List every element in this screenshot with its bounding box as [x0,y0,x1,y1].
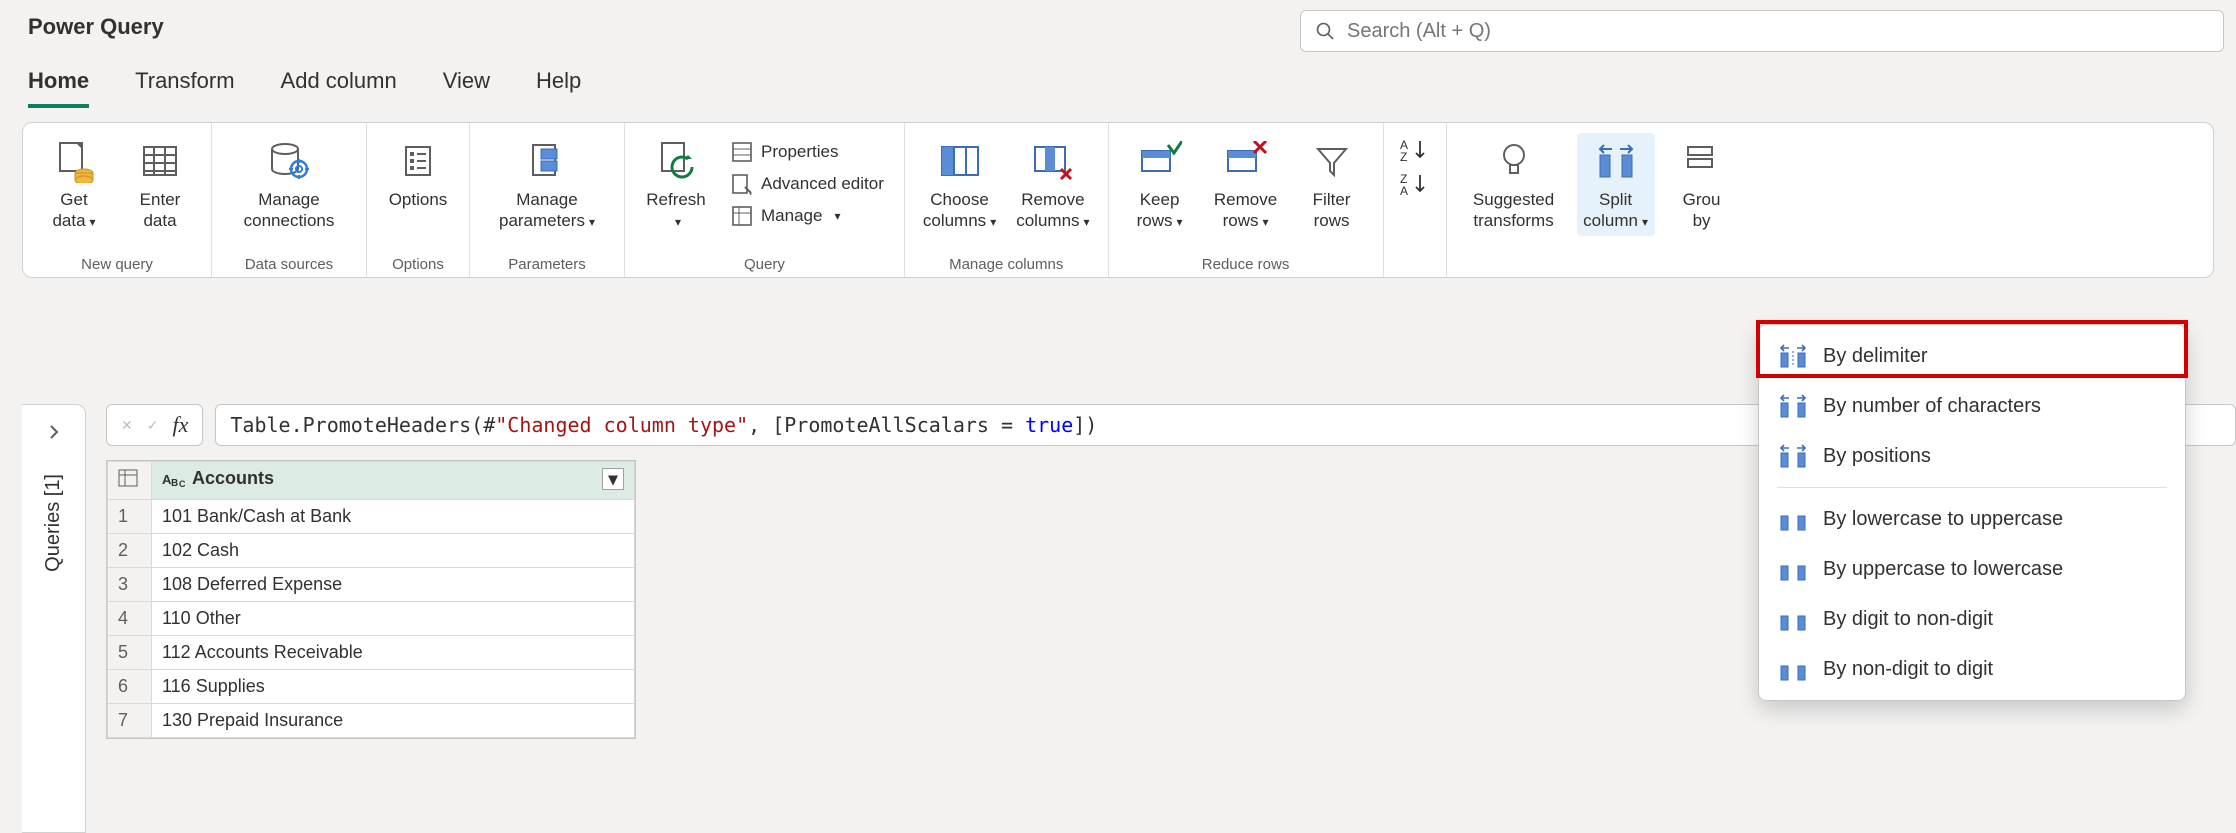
split-icon [1779,556,1807,582]
table-row[interactable]: 3108 Deferred Expense [108,567,635,601]
table-row[interactable]: 1101 Bank/Cash at Bank [108,499,635,533]
column-filter-button[interactable]: ▾ [602,468,624,490]
table-row[interactable]: 6116 Supplies [108,669,635,703]
tab-add-column[interactable]: Add column [281,68,397,108]
svg-text:C: C [179,479,186,488]
queries-label: Queries [1] [42,474,65,572]
split-column-icon [1594,137,1638,185]
sort-asc-button[interactable]: AZ [1396,133,1434,165]
group-label-data-sources: Data sources [224,254,354,273]
group-label-query: Query [637,254,892,273]
get-data-button[interactable]: Get data▾ [35,133,113,236]
enter-data-icon [140,137,180,185]
main-tabs: Home Transform Add column View Help [0,50,2236,108]
keep-rows-button[interactable]: Keep rows▾ [1121,133,1199,236]
table-corner-icon[interactable] [108,462,152,500]
remove-rows-icon [1224,137,1268,185]
svg-text:Z: Z [1400,150,1407,161]
manage-icon [731,205,753,227]
options-icon [400,137,436,185]
database-gear-icon [267,137,311,185]
filter-rows-button[interactable]: Filter rows [1293,133,1371,236]
advanced-editor-icon [731,173,753,195]
group-label-parameters: Parameters [482,254,612,273]
refresh-button[interactable]: Refresh▾ [637,133,715,236]
menu-lower-upper[interactable]: By lowercase to uppercase [1759,494,2185,544]
sort-asc-icon: AZ [1400,137,1430,161]
suggested-transforms-button[interactable]: Suggested transforms [1459,133,1569,236]
expand-queries-button[interactable] [41,419,67,448]
column-header-accounts[interactable]: ABC Accounts ▾ [152,462,635,500]
filter-icon [1314,137,1350,185]
menu-by-num-chars[interactable]: By number of characters [1759,381,2185,431]
group-by-icon [1684,137,1720,185]
table-row[interactable]: 7130 Prepaid Insurance [108,703,635,737]
ribbon: Get data▾ Enter data New query Manage co… [22,122,2214,278]
split-icon [1779,606,1807,632]
properties-button[interactable]: Properties [723,137,892,167]
split-icon [1779,443,1807,469]
lightbulb-icon [1498,137,1530,185]
refresh-icon [656,137,696,185]
svg-text:A: A [1400,184,1408,195]
search-box[interactable] [1300,10,2224,52]
tab-view[interactable]: View [443,68,490,108]
text-type-icon: ABC [162,470,186,488]
chevron-right-icon [45,423,63,441]
split-icon [1779,343,1807,369]
enter-data-button[interactable]: Enter data [121,133,199,236]
menu-non-digit[interactable]: By non-digit to digit [1759,644,2185,694]
table-row[interactable]: 5112 Accounts Receivable [108,635,635,669]
search-icon [1315,21,1335,41]
menu-upper-lower[interactable]: By uppercase to lowercase [1759,544,2185,594]
table-row[interactable]: 4110 Other [108,601,635,635]
tab-help[interactable]: Help [536,68,581,108]
manage-connections-button[interactable]: Manage connections [224,133,354,236]
menu-digit-non[interactable]: By digit to non-digit [1759,594,2185,644]
keep-rows-icon [1138,137,1182,185]
split-column-menu: By delimiter By number of characters By … [1758,324,2186,701]
menu-by-positions[interactable]: By positions [1759,431,2185,481]
accept-formula-icon[interactable]: ✓ [147,417,159,434]
get-data-icon [54,137,94,185]
tab-transform[interactable]: Transform [135,68,234,108]
remove-columns-button[interactable]: Remove columns▾ [1010,133,1095,236]
group-label-options: Options [379,254,457,273]
table-row[interactable]: 2102 Cash [108,533,635,567]
group-label-reduce-rows: Reduce rows [1121,254,1371,273]
remove-columns-icon [1031,137,1075,185]
tab-home[interactable]: Home [28,68,89,108]
manage-parameters-button[interactable]: Manage parameters▾ [482,133,612,236]
data-table: ABC Accounts ▾ 1101 Bank/Cash at Bank 21… [106,460,636,739]
manage-button[interactable]: Manage▾ [723,201,892,231]
sort-desc-button[interactable]: ZA [1396,167,1434,199]
parameters-icon [527,137,567,185]
search-input[interactable] [1347,20,2209,43]
advanced-editor-button[interactable]: Advanced editor [723,169,892,199]
fx-icon[interactable]: fx [172,412,188,438]
split-icon [1779,393,1807,419]
split-icon [1779,656,1807,682]
group-by-button[interactable]: Grou by [1663,133,1741,236]
properties-icon [731,141,753,163]
options-button[interactable]: Options [379,133,457,214]
split-column-button[interactable]: Split column▾ [1577,133,1655,236]
menu-by-delimiter[interactable]: By delimiter [1759,331,2185,381]
choose-columns-button[interactable]: Choose columns▾ [917,133,1002,236]
svg-text:B: B [171,478,178,488]
remove-rows-button[interactable]: Remove rows▾ [1207,133,1285,236]
cancel-formula-icon[interactable]: ✕ [121,417,133,434]
sort-desc-icon: ZA [1400,171,1430,195]
queries-pane: Queries [1] [22,404,86,833]
group-label-new-query: New query [35,254,199,273]
choose-columns-icon [938,137,982,185]
split-icon [1779,506,1807,532]
group-label-manage-columns: Manage columns [917,254,1096,273]
